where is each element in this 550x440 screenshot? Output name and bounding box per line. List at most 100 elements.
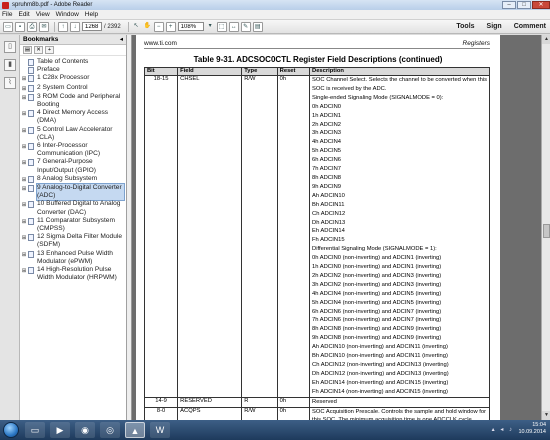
bookmark-icon xyxy=(28,93,34,101)
description-line: Bh ADCIN10 (non-inverting) and ADCIN11 (… xyxy=(312,353,448,360)
expand-icon[interactable]: ⊞ xyxy=(20,251,28,259)
menu-edit[interactable]: Edit xyxy=(18,11,29,18)
bookmark-item[interactable]: ⊞ 5 Control Law Accelerator (CLA) xyxy=(20,126,126,142)
sign-button[interactable]: Sign xyxy=(487,23,502,30)
print-icon[interactable]: ⎙ xyxy=(27,21,37,32)
chrome-icon[interactable]: ◎ xyxy=(100,422,120,438)
fit-page-icon[interactable]: ⬚ xyxy=(216,21,227,32)
system-tray-icons[interactable]: ▴ ◂ ♪ xyxy=(492,426,514,433)
windows-taskbar: ▭ ▶ ◉ ◎ ▲ W ▴ ◂ ♪ 15:04 10.09.2014 xyxy=(0,420,550,440)
bookmarks-header: Bookmarks ◂ xyxy=(20,35,126,45)
bookmark-item[interactable]: ⊞ 8 Analog Subsystem xyxy=(20,175,126,184)
menu-window[interactable]: Window xyxy=(56,11,79,18)
comment-note-icon[interactable]: ✎ xyxy=(240,21,251,32)
zoom-dropdown-icon[interactable]: ▾ xyxy=(206,22,215,32)
maximize-button[interactable]: □ xyxy=(517,1,531,9)
media-player-icon[interactable]: ▶ xyxy=(50,422,70,438)
bookmark-item[interactable]: ⊞ 7 General-Purpose Input/Output (GPIO) xyxy=(20,158,126,174)
bookmarks-icon[interactable]: ▮ xyxy=(4,59,16,71)
zoom-in-icon[interactable]: + xyxy=(165,21,176,32)
bookmark-item[interactable]: ⊞ 6 Inter-Processor Communication (IPC) xyxy=(20,142,126,158)
save-icon[interactable]: ▪ xyxy=(15,21,25,32)
minimize-button[interactable]: – xyxy=(502,1,516,9)
zoom-out-icon[interactable]: − xyxy=(153,21,164,32)
bookmark-item[interactable]: ⊞ 9 Analog-to-Digital Converter (ADC) xyxy=(20,183,126,202)
tools-button[interactable]: Tools xyxy=(456,23,474,30)
bookmark-item[interactable]: ⊞ 1 C28x Processor xyxy=(20,74,126,83)
menu-help[interactable]: Help xyxy=(85,11,98,18)
cell-bit: 18-15 xyxy=(143,75,179,398)
main-toolbar: ▭ ▪ ⎙ ✉ ↑ ↓ / 2392 ↖ ✋ − + ▾ ⬚ ↔ ✎ ▤ Too… xyxy=(0,20,550,34)
bookmark-item[interactable]: ⊞ 11 Comparator Subsystem (CMPSS) xyxy=(20,217,126,233)
highlight-icon[interactable]: ▤ xyxy=(252,21,263,32)
bookmark-item[interactable]: ⊞ 4 Direct Memory Access (DMA) xyxy=(20,109,126,125)
word-icon[interactable]: W xyxy=(150,422,170,438)
cell-type: R/W xyxy=(241,75,278,398)
previous-page-icon[interactable]: ↑ xyxy=(58,21,68,32)
bookmark-item[interactable]: ⊞ 10 Buffered Digital to Analog Converter… xyxy=(20,200,126,216)
bookmark-item[interactable]: ⊞ 13 Enhanced Pulse Width Modulator (ePWM… xyxy=(20,250,126,266)
expand-icon[interactable]: ⊞ xyxy=(20,127,28,135)
close-button[interactable]: ✕ xyxy=(532,1,550,9)
acrobat-icon[interactable]: ▲ xyxy=(125,422,145,438)
options-icon[interactable]: ▤ xyxy=(23,46,32,54)
zoom-level-input[interactable] xyxy=(177,22,204,31)
bookmark-icon xyxy=(28,67,34,75)
table-body: 18-15 CHSEL R/W 0h SOC Channel Select. Selec… xyxy=(143,75,490,420)
new-bookmark-icon[interactable]: + xyxy=(45,46,54,54)
bookmarks-toolbar: ▤ ✕ + xyxy=(20,45,126,56)
select-cursor-icon[interactable]: ↖ xyxy=(132,22,141,32)
start-button[interactable] xyxy=(3,422,19,438)
fit-width-icon[interactable]: ↔ xyxy=(228,21,239,32)
scroll-down-icon[interactable]: ▼ xyxy=(542,411,550,420)
expand-icon[interactable]: ⊞ xyxy=(20,267,28,275)
next-page-icon[interactable]: ↓ xyxy=(70,21,80,32)
expand-icon[interactable]: ⊞ xyxy=(20,85,28,93)
page-number-input[interactable] xyxy=(82,22,102,31)
menu-view[interactable]: View xyxy=(36,11,50,18)
expand-icon[interactable]: ⊞ xyxy=(20,176,28,184)
open-folder-icon[interactable]: ▭ xyxy=(3,21,13,32)
description-line: Differential Signaling Mode (SIGNALMODE … xyxy=(312,246,437,253)
bookmark-item[interactable]: Table of Contents xyxy=(20,58,126,66)
bookmark-label: 10 Buffered Digital to Analog Converter … xyxy=(37,200,121,216)
expand-icon[interactable]: ⊞ xyxy=(20,234,28,242)
system-clock[interactable]: 15:04 10.09.2014 xyxy=(518,422,546,436)
bookmark-icon xyxy=(28,267,34,275)
bookmark-item[interactable]: ⊞ 2 System Control xyxy=(20,84,126,93)
bookmark-item[interactable]: ⊞ 3 ROM Code and Peripheral Booting xyxy=(20,93,126,109)
expand-icon[interactable]: ⊞ xyxy=(20,159,28,167)
hand-tool-icon[interactable]: ✋ xyxy=(143,22,152,32)
toolbar-divider xyxy=(127,21,129,32)
expand-icon[interactable]: ⊞ xyxy=(20,143,28,151)
page-thumbnails-icon[interactable]: ▯ xyxy=(4,41,16,53)
bookmark-icon xyxy=(28,75,34,83)
firefox-icon[interactable]: ◉ xyxy=(75,422,95,438)
bookmark-item[interactable]: Preface xyxy=(20,66,126,75)
cell-type: R/W xyxy=(241,406,278,420)
table-row: 8-0 ACQPS R/W 0h SOC Acquisition Prescale. C… xyxy=(143,406,490,420)
scroll-thumb[interactable] xyxy=(543,224,550,238)
expand-icon[interactable]: ⊞ xyxy=(20,201,28,209)
explorer-icon[interactable]: ▭ xyxy=(25,422,45,438)
description-line: 8h ADCIN8 (non-inverting) and ADCIN9 (in… xyxy=(312,326,442,333)
comment-button[interactable]: Comment xyxy=(514,23,546,30)
description-line: SOC Acquisition Prescale. Controls the s… xyxy=(312,408,487,415)
expand-icon[interactable]: ⊞ xyxy=(20,218,28,226)
delete-bookmark-icon[interactable]: ✕ xyxy=(34,46,43,54)
bookmark-item[interactable]: ⊞ 12 Sigma Delta Filter Module (SDFM) xyxy=(20,233,126,249)
expand-icon[interactable]: ⊞ xyxy=(20,185,28,193)
bookmark-icon xyxy=(28,110,34,118)
expand-icon[interactable]: ⊞ xyxy=(20,110,28,118)
expand-icon[interactable]: ⊞ xyxy=(20,94,28,102)
attachments-icon[interactable]: ⌇ xyxy=(4,77,16,89)
email-icon[interactable]: ✉ xyxy=(39,21,49,32)
collapse-panel-icon[interactable]: ◂ xyxy=(120,35,123,45)
table-row: 14-9 RESERVED R 0h Reserved xyxy=(143,396,490,408)
document-scrollbar[interactable]: ▲ ▼ xyxy=(541,35,550,420)
description-line: 5h ADCIN4 (non-inverting) and ADCIN5 (in… xyxy=(312,299,442,306)
menu-file[interactable]: File xyxy=(2,11,12,18)
expand-icon[interactable]: ⊞ xyxy=(20,75,28,83)
bookmark-item[interactable]: ⊞ 14 High-Resolution Pulse Width Modulato… xyxy=(20,266,126,282)
scroll-up-icon[interactable]: ▲ xyxy=(542,35,550,44)
